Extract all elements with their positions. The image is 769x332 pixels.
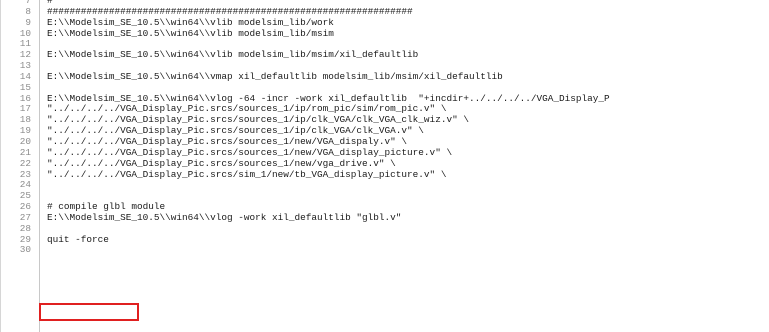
highlight-quit-force — [39, 303, 139, 321]
code-line[interactable]: 30 — [1, 245, 769, 256]
line-text: E:\\Modelsim_SE_10.5\\win64\\vlog -work … — [47, 211, 402, 223]
code-line[interactable]: 27 E:\\Modelsim_SE_10.5\\win64\\vlog -wor… — [1, 211, 769, 224]
code-line[interactable]: 22 "../../../../VGA_Display_Pic.srcs/sour… — [1, 157, 769, 170]
code-line[interactable]: 15 — [1, 81, 769, 94]
line-number: 28 — [19, 222, 31, 234]
code-line[interactable]: 14 E:\\Modelsim_SE_10.5\\win64\\vmap xil_… — [1, 70, 769, 83]
code-line[interactable]: 24 — [1, 179, 769, 191]
line-text: E:\\Modelsim_SE_10.5\\win64\\vlib models… — [47, 49, 419, 61]
line-text: E:\\Modelsim_SE_10.5\\win64\\vlib models… — [47, 27, 334, 39]
line-text: "../../../../VGA_Display_Pic.srcs/source… — [47, 157, 396, 169]
script-editor[interactable]: 7 #8 #####################################… — [0, 0, 769, 332]
line-text: quit -force — [47, 233, 109, 245]
line-number: 30 — [19, 244, 31, 256]
code-line[interactable]: 28 — [1, 222, 769, 235]
line-number: 22 — [19, 157, 31, 169]
code-line[interactable]: 9 E:\\Modelsim_SE_10.5\\win64\\vlib model… — [1, 16, 769, 29]
code-lines: 7 #8 #####################################… — [1, 0, 769, 256]
line-text: "../../../../VGA_Display_Pic.srcs/sim_1/… — [47, 168, 447, 180]
code-line[interactable]: 29 quit -force — [1, 233, 769, 246]
line-text: E:\\Modelsim_SE_10.5\\win64\\vlib models… — [47, 16, 334, 28]
line-number: 9 — [25, 16, 31, 28]
code-line[interactable]: 23 "../../../../VGA_Display_Pic.srcs/sim_… — [1, 168, 769, 181]
code-line[interactable]: 10 E:\\Modelsim_SE_10.5\\win64\\vlib mode… — [1, 27, 769, 40]
line-number: 15 — [19, 81, 31, 93]
code-line[interactable]: 12 E:\\Modelsim_SE_10.5\\win64\\vlib mode… — [1, 49, 769, 61]
line-text: E:\\Modelsim_SE_10.5\\win64\\vmap xil_de… — [47, 70, 503, 82]
